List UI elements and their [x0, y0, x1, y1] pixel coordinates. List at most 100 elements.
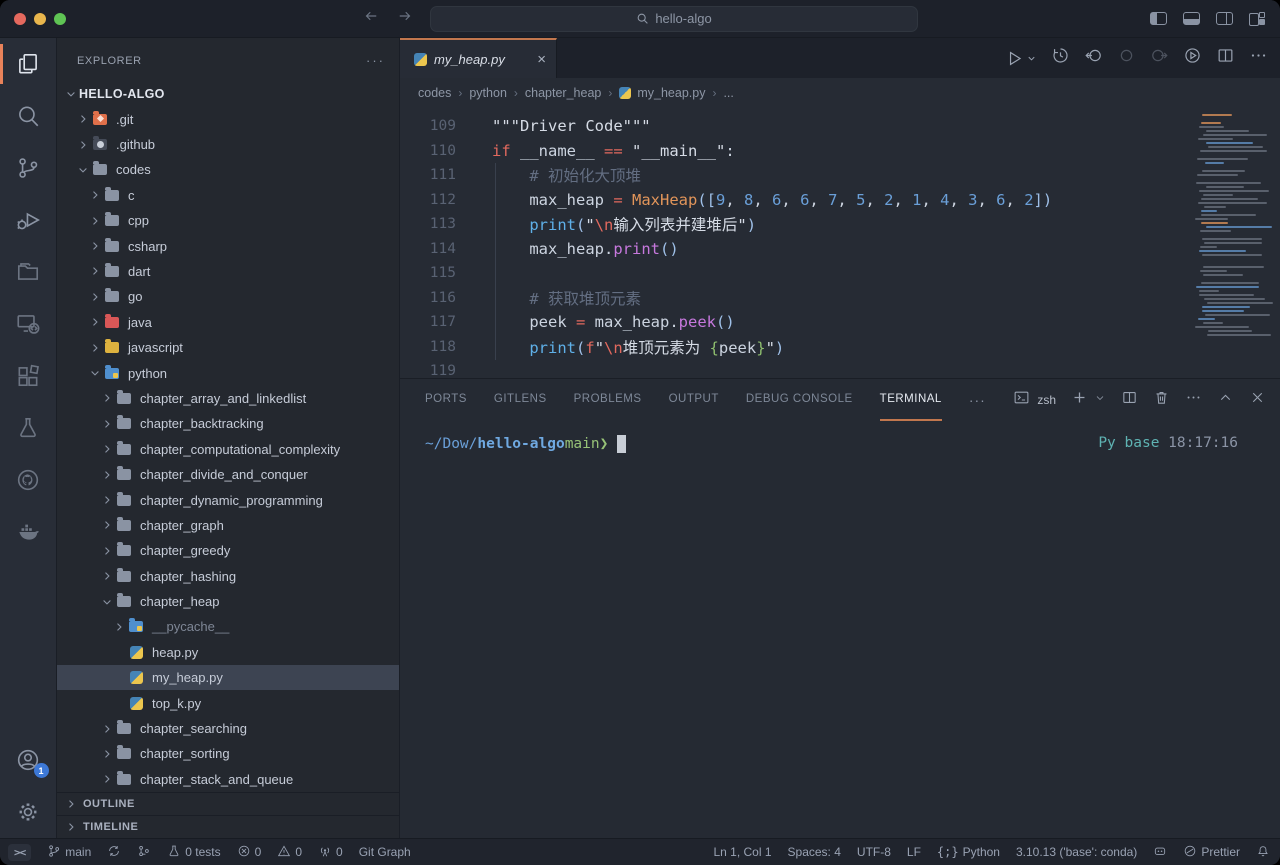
tree-item-chapter-stack-and-queue[interactable]: chapter_stack_and_queue: [57, 767, 399, 792]
tree-item-chapter-backtracking[interactable]: chapter_backtracking: [57, 411, 399, 436]
testing-activity-button[interactable]: [0, 402, 57, 454]
sidebar-more-actions-icon[interactable]: ···: [366, 53, 385, 68]
git-graph-branch[interactable]: [137, 844, 151, 861]
tree-item--github[interactable]: .github: [57, 132, 399, 157]
language-mode[interactable]: {;}Python: [937, 845, 1000, 859]
maximize-panel-icon[interactable]: [1217, 389, 1234, 411]
code-line[interactable]: 109"""Driver Code""": [400, 114, 1280, 139]
close-panel-icon[interactable]: [1249, 389, 1266, 411]
tree-item-javascript[interactable]: javascript: [57, 335, 399, 360]
tree-item-chapter-divide-and-conquer[interactable]: chapter_divide_and_conquer: [57, 462, 399, 487]
tree-item-csharp[interactable]: csharp: [57, 233, 399, 258]
split-terminal-icon[interactable]: [1121, 389, 1138, 411]
profile-run-icon[interactable]: [1183, 46, 1202, 70]
tree-item-dart[interactable]: dart: [57, 259, 399, 284]
sync-changes[interactable]: [107, 844, 121, 861]
toggle-secondary-sidebar-icon[interactable]: [1216, 12, 1233, 25]
more-actions-icon[interactable]: [1249, 46, 1268, 70]
sidebar-section-outline[interactable]: OUTLINE: [57, 792, 399, 815]
git-graph[interactable]: Git Graph: [359, 845, 411, 859]
docker-activity-button[interactable]: [0, 506, 57, 558]
chevron-down-icon[interactable]: [1094, 391, 1106, 409]
run-debug-activity-button[interactable]: [0, 194, 57, 246]
tree-item-chapter-heap[interactable]: chapter_heap: [57, 589, 399, 614]
code-line[interactable]: 113 print("\n输入列表并建堆后"): [400, 212, 1280, 237]
tree-item-codes[interactable]: codes: [57, 157, 399, 182]
breadcrumb-item[interactable]: ...: [723, 86, 733, 100]
eol[interactable]: LF: [907, 845, 921, 859]
tree-item-chapter-dynamic-programming[interactable]: chapter_dynamic_programming: [57, 487, 399, 512]
source-control-activity-button[interactable]: [0, 142, 57, 194]
code-line[interactable]: 116 # 获取堆顶元素: [400, 286, 1280, 311]
minimap[interactable]: [1194, 114, 1272, 338]
explorer-activity-button[interactable]: [0, 38, 57, 90]
extensions-activity-button[interactable]: [0, 350, 57, 402]
settings-gear-button[interactable]: [0, 786, 57, 838]
tree-item-chapter-hashing[interactable]: chapter_hashing: [57, 563, 399, 588]
prettier[interactable]: Prettier: [1183, 844, 1240, 861]
panel-tab-debug-console[interactable]: DEBUG CONSOLE: [746, 379, 853, 421]
close-window-button[interactable]: [14, 13, 26, 25]
file-history-icon[interactable]: [1051, 46, 1070, 70]
breadcrumb-item[interactable]: python: [469, 86, 507, 100]
breadcrumb-item[interactable]: chapter_heap: [525, 86, 601, 100]
open-changes-back-icon[interactable]: [1084, 46, 1103, 70]
tree-item-heap-py[interactable]: heap.py: [57, 640, 399, 665]
run-button[interactable]: [1005, 49, 1037, 68]
minimize-window-button[interactable]: [34, 13, 46, 25]
code-line[interactable]: 111 # 初始化大顶堆: [400, 163, 1280, 188]
tree-item--pycache-[interactable]: __pycache__: [57, 614, 399, 639]
tree-item-chapter-array-and-linkedlist[interactable]: chapter_array_and_linkedlist: [57, 386, 399, 411]
trash-icon[interactable]: [1153, 389, 1170, 411]
notifications[interactable]: [1256, 844, 1270, 861]
back-arrow-icon[interactable]: [362, 7, 380, 30]
code-line[interactable]: 117 peek = max_heap.peek(): [400, 310, 1280, 335]
panel-tabs-more-icon[interactable]: ···: [969, 392, 986, 408]
terminal-icon[interactable]: [1013, 389, 1030, 411]
code-line[interactable]: 115: [400, 261, 1280, 286]
open-change-icon[interactable]: [1117, 46, 1136, 70]
code-line[interactable]: 110if __name__ == "__main__":: [400, 139, 1280, 164]
project-folder-activity-button[interactable]: [0, 246, 57, 298]
search-activity-button[interactable]: [0, 90, 57, 142]
code-line[interactable]: 112 max_heap = MaxHeap([9, 8, 6, 6, 7, 5…: [400, 188, 1280, 213]
cursor-position[interactable]: Ln 1, Col 1: [713, 845, 771, 859]
tree-item-go[interactable]: go: [57, 284, 399, 309]
remote-indicator[interactable]: ><: [8, 844, 31, 861]
open-changes-forward-icon[interactable]: [1150, 46, 1169, 70]
tree-item--git[interactable]: .git: [57, 106, 399, 131]
code-editor[interactable]: 109"""Driver Code"""110if __name__ == "_…: [400, 108, 1280, 378]
breadcrumb-item[interactable]: codes: [418, 86, 451, 100]
problems-warnings[interactable]: 0: [277, 844, 302, 861]
sidebar-section-timeline[interactable]: TIMELINE: [57, 815, 399, 838]
tree-item-chapter-computational-complexity[interactable]: chapter_computational_complexity: [57, 437, 399, 462]
toggle-panel-icon[interactable]: [1183, 12, 1200, 25]
close-tab-icon[interactable]: ×: [537, 51, 546, 68]
git-branch[interactable]: main: [47, 844, 91, 861]
remote-explorer-activity-button[interactable]: [0, 298, 57, 350]
tree-item-c[interactable]: c: [57, 183, 399, 208]
panel-tab-gitlens[interactable]: GITLENS: [494, 379, 547, 421]
encoding[interactable]: UTF-8: [857, 845, 891, 859]
tree-item-python[interactable]: python: [57, 360, 399, 385]
code-line[interactable]: 119: [400, 359, 1280, 378]
accounts-button[interactable]: 1: [0, 734, 57, 786]
toggle-primary-sidebar-icon[interactable]: [1150, 12, 1167, 25]
copilot[interactable]: [1153, 844, 1167, 861]
tree-item-hello-algo[interactable]: HELLO-ALGO: [57, 81, 399, 106]
split-editor-icon[interactable]: [1216, 46, 1235, 70]
indentation[interactable]: Spaces: 4: [788, 845, 841, 859]
terminal[interactable]: ~/Dow/hello-algo main ❯ Py base 18:17:16: [400, 421, 1280, 838]
traffic-lights[interactable]: [14, 13, 66, 25]
tree-item-java[interactable]: java: [57, 310, 399, 335]
tab-my-heap-py[interactable]: my_heap.py ×: [400, 38, 557, 78]
zoom-window-button[interactable]: [54, 13, 66, 25]
tree-item-my-heap-py[interactable]: my_heap.py: [57, 665, 399, 690]
command-center-search[interactable]: hello-algo: [430, 6, 918, 32]
tree-item-chapter-sorting[interactable]: chapter_sorting: [57, 741, 399, 766]
new-terminal-icon[interactable]: [1071, 389, 1088, 411]
tree-item-cpp[interactable]: cpp: [57, 208, 399, 233]
python-interpreter[interactable]: 3.10.13 ('base': conda): [1016, 845, 1137, 859]
tests[interactable]: 0 tests: [167, 844, 220, 861]
forward-arrow-icon[interactable]: [396, 7, 414, 30]
